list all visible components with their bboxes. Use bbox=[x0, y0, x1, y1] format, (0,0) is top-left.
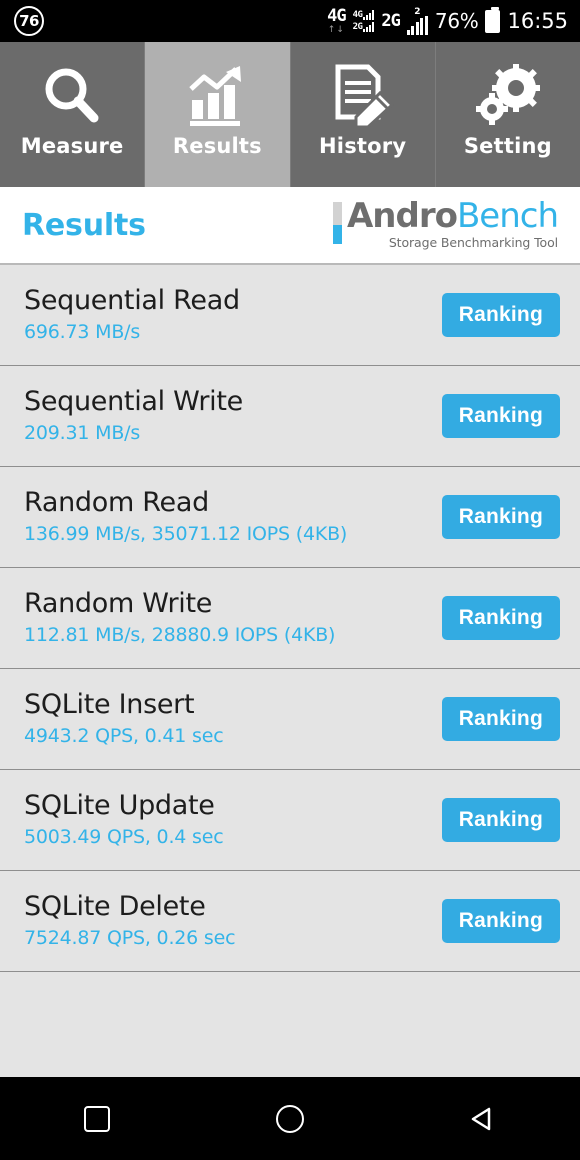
dual-sim-top-label: 4G bbox=[352, 10, 363, 20]
benchmark-name: Sequential Read bbox=[24, 285, 240, 316]
status-bar: 76 4G ↑↓ 4G 2G 2G 2 76% 16:55 bbox=[0, 0, 580, 42]
row-text-group: Sequential Read 696.73 MB/s bbox=[24, 285, 240, 345]
tab-history[interactable]: History bbox=[290, 42, 436, 187]
tab-results[interactable]: Results bbox=[145, 42, 291, 187]
ranking-button[interactable]: Ranking bbox=[441, 495, 560, 539]
ranking-button[interactable]: Ranking bbox=[441, 596, 560, 640]
logo-accent-bar-icon bbox=[332, 202, 342, 244]
table-row[interactable]: Sequential Write 209.31 MB/s Ranking bbox=[0, 366, 580, 467]
app-header: Results AndroBench Storage Benchmarking … bbox=[0, 187, 580, 265]
benchmark-value: 5003.49 QPS, 0.4 sec bbox=[24, 826, 224, 848]
status-bar-right: 4G ↑↓ 4G 2G 2G 2 76% 16:55 bbox=[327, 5, 568, 35]
benchmark-name: SQLite Delete bbox=[24, 891, 206, 922]
table-row[interactable]: Random Write 112.81 MB/s, 28880.9 IOPS (… bbox=[0, 568, 580, 669]
logo-bench-text: Bench bbox=[456, 196, 559, 236]
logo-tagline: Storage Benchmarking Tool bbox=[388, 235, 558, 250]
benchmark-value: 136.99 MB/s, 35071.12 IOPS (4KB) bbox=[24, 523, 348, 545]
row-text-group: SQLite Delete 7524.87 QPS, 0.26 sec bbox=[24, 891, 236, 951]
benchmark-name: Random Read bbox=[24, 487, 209, 518]
row-text-group: SQLite Insert 4943.2 QPS, 0.41 sec bbox=[24, 689, 224, 749]
signal-strength-icon: 2 bbox=[406, 6, 428, 35]
results-list: Sequential Read 696.73 MB/s Ranking Sequ… bbox=[0, 265, 580, 972]
table-row[interactable]: SQLite Insert 4943.2 QPS, 0.41 sec Ranki… bbox=[0, 669, 580, 770]
network-2g-label: 2G bbox=[381, 11, 401, 31]
home-button[interactable] bbox=[260, 1089, 320, 1149]
tab-setting-label: Setting bbox=[463, 134, 552, 158]
back-button[interactable] bbox=[453, 1089, 513, 1149]
home-circle-icon bbox=[275, 1104, 304, 1133]
row-text-group: Sequential Write 209.31 MB/s bbox=[24, 386, 243, 446]
ranking-button[interactable]: Ranking bbox=[441, 798, 560, 842]
ranking-button[interactable]: Ranking bbox=[441, 899, 560, 943]
ranking-button[interactable]: Ranking bbox=[441, 697, 560, 741]
table-row[interactable]: SQLite Delete 7524.87 QPS, 0.26 sec Rank… bbox=[0, 871, 580, 972]
status-bar-clock: 16:55 bbox=[507, 9, 568, 33]
logo-wordmark: AndroBench bbox=[347, 199, 559, 233]
gears-icon bbox=[475, 60, 541, 132]
document-pencil-icon bbox=[330, 60, 396, 132]
signal-bars-icon bbox=[406, 15, 428, 35]
tab-setting[interactable]: Setting bbox=[435, 42, 580, 187]
table-row[interactable]: Random Read 136.99 MB/s, 35071.12 IOPS (… bbox=[0, 467, 580, 568]
row-text-group: Random Write 112.81 MB/s, 28880.9 IOPS (… bbox=[24, 588, 335, 648]
phone-screen: 76 4G ↑↓ 4G 2G 2G 2 76% 16:55 Measure Re… bbox=[0, 0, 580, 1160]
signal-bars-mini-bottom-icon bbox=[363, 22, 375, 32]
ranking-button[interactable]: Ranking bbox=[441, 394, 560, 438]
recents-square-icon bbox=[83, 1105, 110, 1132]
data-transfer-arrows-icon: ↑↓ bbox=[327, 24, 345, 35]
row-text-group: SQLite Update 5003.49 QPS, 0.4 sec bbox=[24, 790, 224, 850]
benchmark-name: Random Write bbox=[24, 588, 213, 619]
battery-percent-label: 76% bbox=[434, 9, 479, 33]
logo-andro-text: Andro bbox=[346, 196, 458, 236]
notification-count-badge: 76 bbox=[14, 6, 44, 36]
benchmark-value: 696.73 MB/s bbox=[24, 321, 141, 343]
dual-sim-bottom-label: 2G bbox=[352, 22, 363, 32]
page-title: Results bbox=[22, 207, 146, 243]
benchmark-value: 4943.2 QPS, 0.41 sec bbox=[24, 725, 224, 747]
row-text-group: Random Read 136.99 MB/s, 35071.12 IOPS (… bbox=[24, 487, 347, 547]
benchmark-name: SQLite Update bbox=[24, 790, 215, 821]
tab-history-label: History bbox=[319, 134, 407, 158]
network-4g-data-icon: 4G ↑↓ bbox=[327, 5, 347, 35]
back-triangle-icon bbox=[472, 1107, 491, 1130]
tab-measure[interactable]: Measure bbox=[0, 42, 146, 187]
table-row[interactable]: SQLite Update 5003.49 QPS, 0.4 sec Ranki… bbox=[0, 770, 580, 871]
main-tab-bar: Measure Results History Setting bbox=[0, 42, 580, 187]
recents-button[interactable] bbox=[67, 1089, 127, 1149]
benchmark-value: 112.81 MB/s, 28880.9 IOPS (4KB) bbox=[24, 624, 336, 646]
network-4g-label: 4G bbox=[327, 5, 347, 26]
androbench-logo: AndroBench Storage Benchmarking Tool bbox=[332, 199, 559, 250]
status-bar-left: 76 bbox=[14, 6, 44, 36]
benchmark-value: 7524.87 QPS, 0.26 sec bbox=[24, 927, 236, 949]
benchmark-name: Sequential Write bbox=[24, 386, 243, 417]
battery-full-icon bbox=[485, 6, 501, 33]
benchmark-name: SQLite Insert bbox=[24, 689, 195, 720]
tab-results-label: Results bbox=[172, 134, 262, 158]
table-row[interactable]: Sequential Read 696.73 MB/s Ranking bbox=[0, 265, 580, 366]
benchmark-value: 209.31 MB/s bbox=[24, 422, 141, 444]
signal-bars-mini-top-icon bbox=[363, 10, 375, 20]
android-navigation-bar bbox=[0, 1077, 580, 1160]
ranking-button[interactable]: Ranking bbox=[441, 293, 560, 337]
dual-sim-signal-icon: 4G 2G bbox=[353, 10, 375, 32]
bar-chart-trend-icon bbox=[184, 60, 250, 132]
logo-text: AndroBench Storage Benchmarking Tool bbox=[347, 199, 559, 250]
tab-measure-label: Measure bbox=[20, 134, 124, 158]
magnifier-icon bbox=[39, 60, 105, 132]
signal-superscript-label: 2 bbox=[414, 6, 421, 17]
